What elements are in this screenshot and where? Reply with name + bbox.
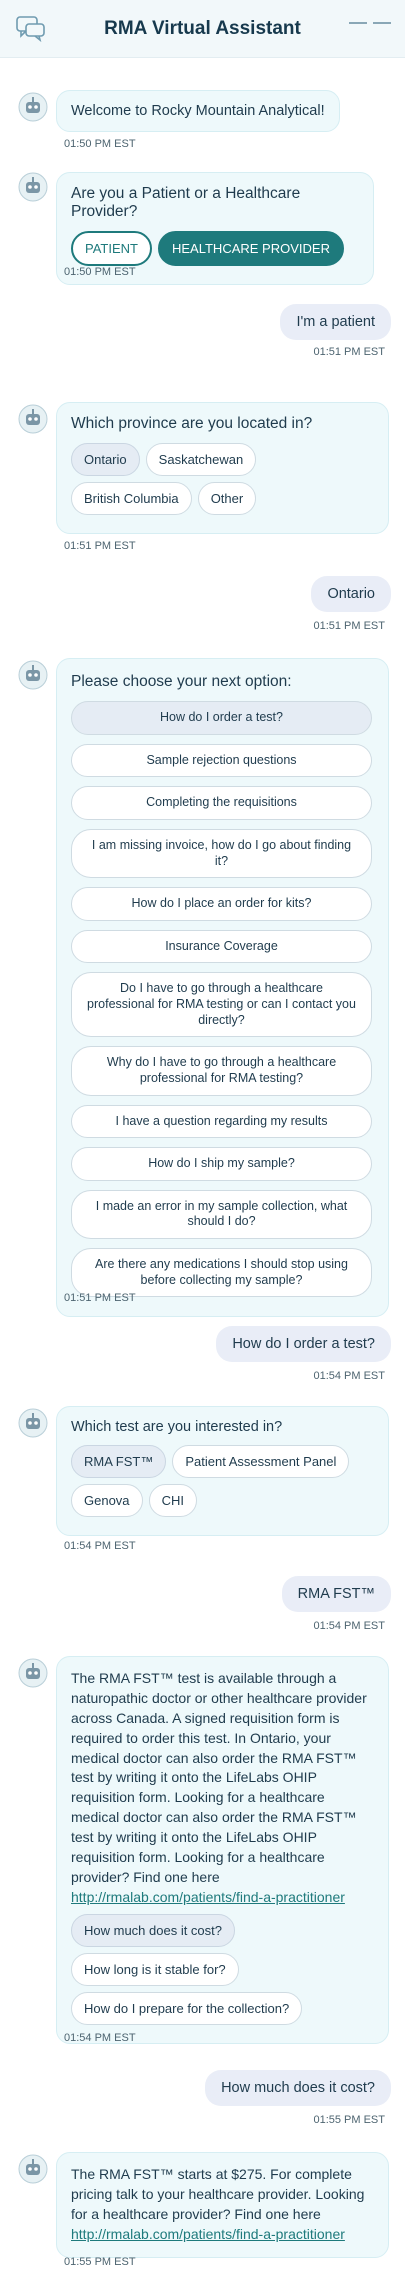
message-timestamp: 01:51 PM EST	[64, 1292, 136, 1304]
option-why-professional[interactable]: Why do I have to go through a healthcare…	[71, 1046, 372, 1096]
province-option-british-columbia[interactable]: British Columbia	[71, 482, 192, 515]
minimize-icon[interactable]	[349, 22, 391, 24]
user-message: I'm a patient	[280, 304, 391, 340]
bot-avatar-icon	[18, 1658, 48, 1688]
healthcare-provider-button[interactable]: HEALTHCARE PROVIDER	[158, 231, 344, 266]
message-timestamp: 01:55 PM EST	[64, 2256, 136, 2268]
message-timestamp: 01:54 PM EST	[313, 1370, 385, 1382]
message-timestamp: 01:54 PM EST	[64, 2032, 136, 2044]
test-option-rma-fst[interactable]: RMA FST™	[71, 1445, 167, 1478]
option-collection-error[interactable]: I made an error in my sample collection,…	[71, 1189, 372, 1239]
option-completing-requisitions[interactable]: Completing the requisitions	[71, 786, 372, 820]
followup-prepare-button[interactable]: How do I prepare for the collection?	[71, 1991, 303, 2025]
bot-message-test-choice: Which test are you interested in? RMA FS…	[56, 1406, 389, 1536]
chat-title: RMA Virtual Assistant	[104, 17, 301, 39]
option-results-question[interactable]: I have a question regarding my results	[71, 1104, 372, 1139]
province-option-other[interactable]: Other	[197, 482, 257, 515]
chat-bubbles-icon	[16, 16, 45, 42]
bot-avatar-icon	[18, 92, 48, 122]
user-message: Ontario	[311, 576, 391, 612]
option-sample-rejection[interactable]: Sample rejection questions	[71, 743, 372, 778]
bot-message-rma-fst-info: The RMA FST™ test is available through a…	[56, 1656, 389, 2044]
user-message: How do I order a test?	[216, 1326, 391, 1362]
province-option-ontario[interactable]: Ontario	[71, 443, 140, 476]
chat-header: RMA Virtual Assistant	[0, 0, 405, 58]
test-option-patient-assessment-panel[interactable]: Patient Assessment Panel	[172, 1445, 350, 1478]
option-order-kits[interactable]: How do I place an order for kits?	[71, 887, 372, 921]
find-practitioner-link[interactable]: http://rmalab.com/patients/find-a-practi…	[71, 2226, 345, 2242]
bot-avatar-icon	[18, 2154, 48, 2184]
message-timestamp: 01:51 PM EST	[313, 346, 385, 358]
bot-message-province: Which province are you located in? Ontar…	[56, 402, 389, 534]
bot-message-options: Please choose your next option: How do I…	[56, 658, 389, 1318]
test-option-genova[interactable]: Genova	[71, 1484, 143, 1517]
message-timestamp: 01:50 PM EST	[64, 138, 136, 150]
user-message: How much does it cost?	[205, 2070, 391, 2106]
option-contact-directly[interactable]: Do I have to go through a healthcare pro…	[71, 972, 372, 1038]
option-ship-sample[interactable]: How do I ship my sample?	[71, 1147, 372, 1181]
followup-cost-button[interactable]: How much does it cost?	[71, 1913, 236, 1947]
message-timestamp: 01:54 PM EST	[64, 1540, 136, 1552]
message-timestamp: 01:51 PM EST	[313, 620, 385, 632]
bot-avatar-icon	[18, 1408, 48, 1438]
option-missing-invoice[interactable]: I am missing invoice, how do I go about …	[71, 828, 372, 879]
followup-stability-button[interactable]: How long is it stable for?	[71, 1952, 239, 1986]
bot-message-welcome: Welcome to Rocky Mountain Analytical!	[56, 90, 340, 132]
option-order-test[interactable]: How do I order a test?	[71, 701, 372, 735]
test-option-chi[interactable]: CHI	[148, 1484, 197, 1517]
province-option-saskatchewan[interactable]: Saskatchewan	[145, 443, 257, 476]
message-timestamp: 01:55 PM EST	[313, 2114, 385, 2126]
message-timestamp: 01:50 PM EST	[64, 266, 136, 278]
user-message: RMA FST™	[281, 1576, 391, 1612]
option-medications[interactable]: Are there any medications I should stop …	[71, 1248, 372, 1298]
bot-avatar-icon	[18, 172, 48, 202]
message-timestamp: 01:54 PM EST	[313, 1620, 385, 1632]
patient-button[interactable]: PATIENT	[71, 231, 152, 266]
option-insurance-coverage[interactable]: Insurance Coverage	[71, 929, 372, 964]
bot-message-pricing: The RMA FST™ starts at $275. For complet…	[56, 2152, 389, 2258]
find-practitioner-link[interactable]: http://rmalab.com/patients/find-a-practi…	[71, 1889, 345, 1905]
bot-avatar-icon	[18, 404, 48, 434]
bot-avatar-icon	[18, 660, 48, 690]
message-timestamp: 01:51 PM EST	[64, 540, 136, 552]
